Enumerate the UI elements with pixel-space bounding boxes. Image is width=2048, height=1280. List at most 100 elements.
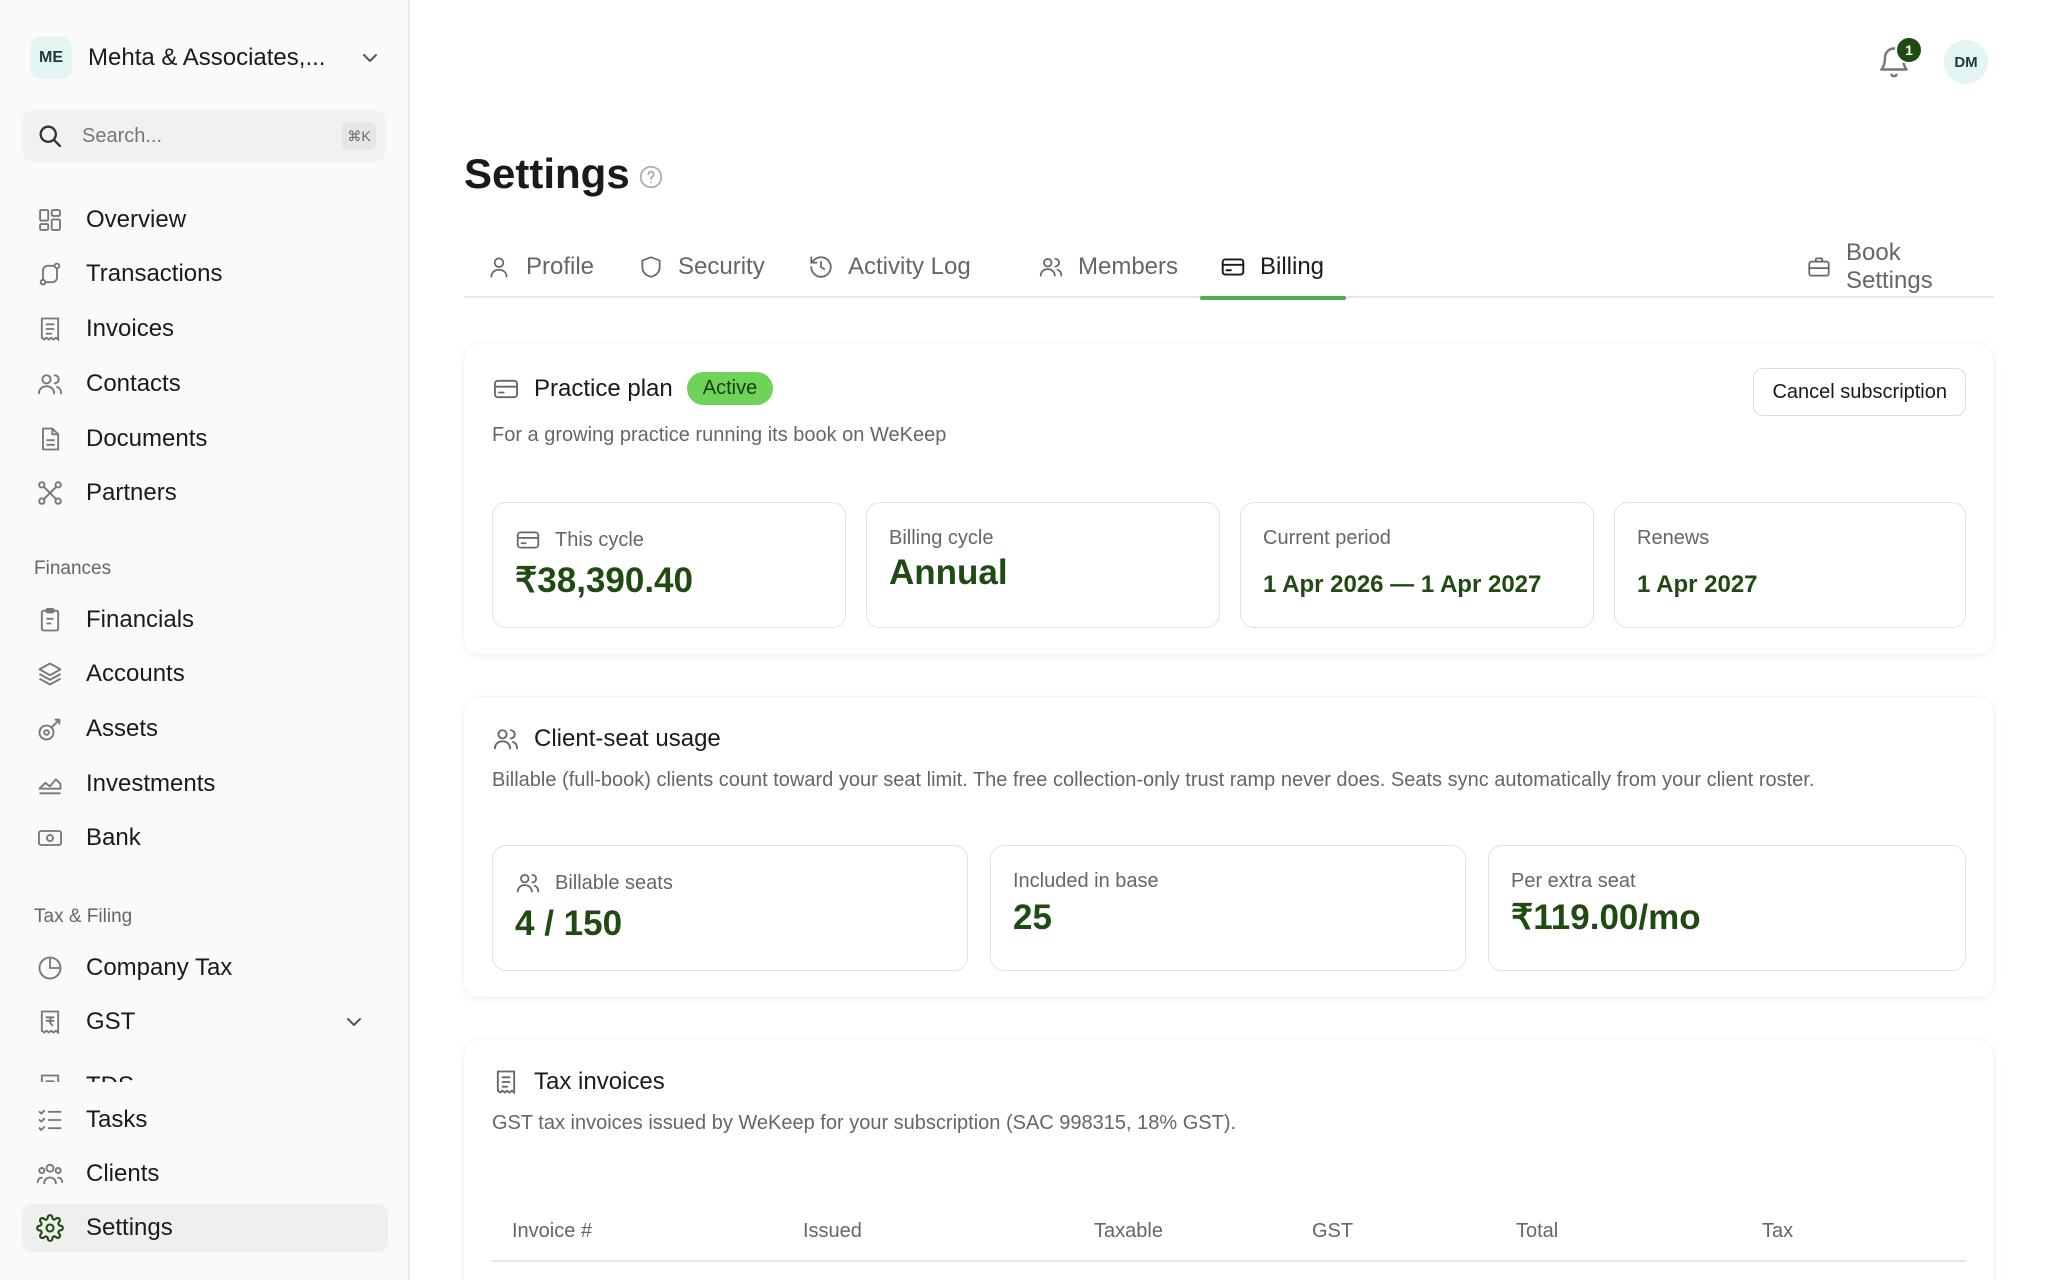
sidebar-item-accounts[interactable]: Accounts — [22, 650, 388, 698]
notification-badge: 1 — [1895, 36, 1923, 64]
stat-value: Annual — [889, 553, 1008, 592]
sidebar-item-investments[interactable]: Investments — [22, 760, 388, 808]
sidebar-item-gst[interactable]: GST — [22, 998, 388, 1046]
clipboard-icon — [40, 607, 60, 632]
sidebar-item-partners[interactable]: Partners — [22, 469, 388, 517]
search-shortcut: ⌘K — [342, 122, 376, 150]
stat-label: Included in base — [1013, 870, 1159, 892]
search-icon — [39, 125, 62, 148]
grid-icon — [39, 209, 61, 231]
stat-value: 4 / 150 — [515, 904, 623, 943]
sidebar-item-documents[interactable]: Documents — [22, 415, 388, 463]
users-icon — [37, 374, 63, 395]
sidebar-item-transactions[interactable]: Transactions — [22, 250, 388, 298]
sidebar-item-label: Bank — [86, 824, 141, 851]
org-name: Mehta & Associates,... — [88, 44, 326, 71]
sidebar-item-assets[interactable]: Assets — [22, 705, 388, 753]
rupee-receipt-icon — [40, 1074, 60, 1082]
receipt-icon — [40, 317, 60, 342]
search-input[interactable] — [82, 124, 322, 148]
chevron-down-icon — [347, 1018, 361, 1026]
column-header-tax: Tax — [1762, 1220, 1794, 1242]
sidebar-item-label: Company Tax — [86, 954, 233, 981]
sidebar-item-label: Tasks — [86, 1106, 148, 1133]
sidebar-item-financials[interactable]: Financials — [22, 596, 388, 644]
transfer-icon — [39, 262, 61, 286]
cancel-subscription-button[interactable]: Cancel subscription — [1753, 368, 1966, 416]
column-header-invoice: Invoice # — [512, 1220, 593, 1242]
tab-label: Billing — [1260, 253, 1325, 280]
column-header-taxable: Taxable — [1094, 1220, 1163, 1242]
sidebar-item-label: Investments — [86, 770, 216, 797]
search-box[interactable]: ⌘K — [22, 110, 386, 162]
seat-card-description: Billable (full-book) clients count towar… — [492, 769, 1815, 791]
sidebar-item-settings[interactable]: Settings — [22, 1204, 388, 1252]
plan-card-header: Practice plan Active — [492, 372, 774, 405]
stat-label-text: Billable seats — [555, 871, 673, 894]
sidebar-item-bank[interactable]: Bank — [22, 814, 388, 862]
sidebar-item-label: Assets — [86, 715, 159, 742]
seat-usage-card: Client-seat usage Billable (full-book) c… — [464, 697, 1994, 997]
stat-value: ₹38,390.40 — [515, 561, 693, 600]
page-title: Settings — [464, 150, 630, 197]
stat-label: Per extra seat — [1511, 870, 1636, 892]
tab-label: Security — [678, 253, 765, 280]
tab-profile[interactable]: Profile — [486, 236, 594, 298]
sidebar-item-company-tax[interactable]: Company Tax — [22, 944, 388, 992]
tab-label: Profile — [526, 253, 595, 280]
rupee-receipt-icon — [40, 1010, 60, 1035]
stat-label: Renews — [1637, 527, 1710, 549]
banknote-icon — [37, 830, 63, 846]
user-avatar[interactable]: DM — [1944, 40, 1988, 84]
user-group-icon — [36, 1163, 64, 1185]
asset-icon — [38, 718, 61, 741]
invoices-card-title: Tax invoices — [534, 1068, 665, 1095]
sidebar-item-tds[interactable]: TDS — [22, 1062, 388, 1082]
stat-per-extra-seat: Per extra seat ₹119.00/mo — [1488, 845, 1966, 971]
status-badge: Active — [686, 372, 774, 405]
help-icon[interactable] — [638, 164, 664, 190]
stat-this-cycle: This cycle ₹38,390.40 — [492, 502, 846, 628]
sidebar-scroll-clip: TDS — [22, 1052, 388, 1082]
sidebar-item-label: Overview — [86, 206, 187, 233]
tab-members[interactable]: Members — [1038, 236, 1178, 298]
sidebar-item-label: GST — [86, 1008, 136, 1035]
network-icon — [38, 481, 62, 505]
stat-billing-cycle: Billing cycle Annual — [866, 502, 1220, 628]
checklist-icon — [38, 1109, 62, 1131]
chevron-down-icon — [363, 54, 377, 62]
sidebar-item-label: Accounts — [86, 660, 185, 687]
stat-label: Billing cycle — [889, 527, 994, 549]
org-switcher[interactable]: ME Mehta & Associates,... — [30, 34, 382, 82]
column-header-issued: Issued — [803, 1220, 862, 1242]
sidebar: ME Mehta & Associates,... ⌘K Overview Tr… — [0, 0, 410, 1280]
column-header-total: Total — [1516, 1220, 1559, 1242]
seat-card-title: Client-seat usage — [534, 725, 721, 752]
user-icon — [490, 257, 508, 278]
sidebar-item-clients[interactable]: Clients — [22, 1150, 388, 1198]
sidebar-item-invoices[interactable]: Invoices — [22, 305, 388, 353]
sidebar-item-label: Invoices — [86, 315, 175, 342]
sidebar-item-label: Transactions — [86, 260, 223, 287]
layers-icon — [38, 662, 62, 686]
history-icon — [810, 256, 832, 278]
sidebar-item-tasks[interactable]: Tasks — [22, 1096, 388, 1144]
invoices-card-description: GST tax invoices issued by WeKeep for yo… — [492, 1112, 1237, 1134]
briefcase-icon — [1808, 257, 1830, 277]
credit-card-icon — [493, 379, 519, 398]
sidebar-item-overview[interactable]: Overview — [22, 196, 388, 244]
sidebar-item-label: Contacts — [86, 370, 181, 397]
tab-security[interactable]: Security — [638, 236, 765, 298]
stat-label: Billable seats — [515, 870, 673, 896]
stat-current-period: Current period 1 Apr 2026 — 1 Apr 2027 — [1240, 502, 1594, 628]
tax-invoices-card: Tax invoices GST tax invoices issued by … — [464, 1040, 1994, 1280]
stat-billable-seats: Billable seats 4 / 150 — [492, 845, 968, 971]
tab-billing[interactable]: Billing — [1199, 236, 1347, 300]
sidebar-item-contacts[interactable]: Contacts — [22, 360, 388, 408]
receipt-icon — [496, 1070, 516, 1095]
tab-activity-log[interactable]: Activity Log — [808, 236, 971, 298]
stat-label: This cycle — [515, 527, 644, 553]
sidebar-item-label: Settings — [86, 1214, 173, 1241]
tab-book-settings[interactable]: Book Settings — [1806, 236, 1994, 298]
plan-title: Practice plan — [534, 374, 673, 402]
